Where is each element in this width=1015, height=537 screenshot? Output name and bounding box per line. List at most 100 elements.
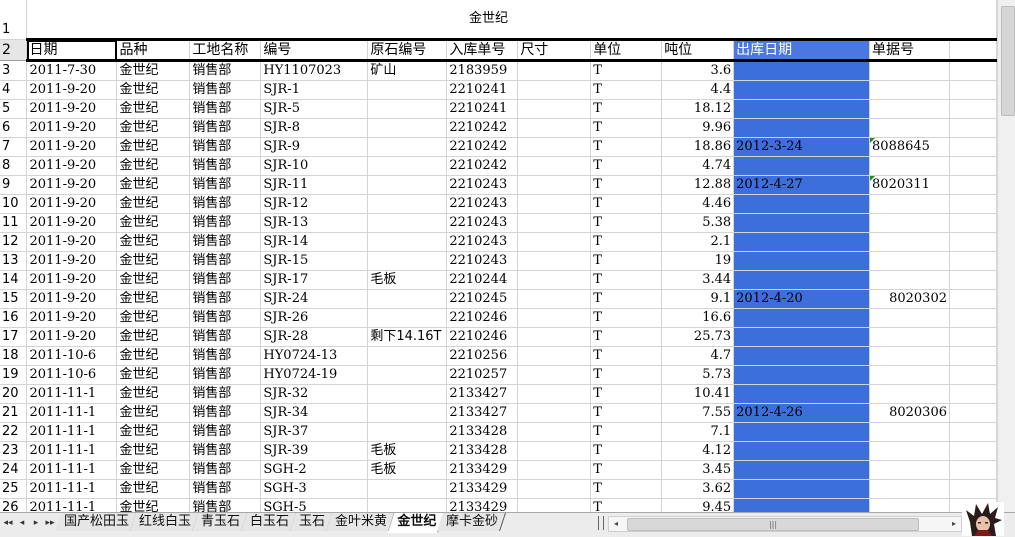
row-header[interactable]: 13 [0,251,28,271]
grid-cell[interactable] [733,441,871,461]
grid-cell[interactable]: 销售部 [189,118,262,138]
empty-cell[interactable] [949,422,997,442]
grid-cell[interactable] [869,384,950,404]
grid-cell[interactable]: 销售部 [189,460,262,480]
scroll-right-arrow-icon[interactable]: ▸ [947,517,961,531]
grid-cell[interactable] [733,365,871,385]
grid-cell[interactable]: 金世纪 [116,308,191,328]
grid-cell[interactable]: 2011-9-20 [26,213,118,233]
grid-cell[interactable] [517,270,592,290]
column-header[interactable]: 吨位 [661,38,735,62]
row-header[interactable]: 9 [0,175,28,195]
grid-cell[interactable] [517,80,592,100]
grid-cell[interactable]: 2210242 [446,118,519,138]
empty-cell[interactable] [949,384,997,404]
grid-cell[interactable] [367,365,448,385]
grid-cell[interactable] [869,99,950,119]
grid-cell[interactable]: 销售部 [189,156,262,176]
grid-cell[interactable]: 销售部 [189,384,262,404]
grid-cell[interactable]: 2011-10-6 [26,365,118,385]
grid-cell[interactable]: 2012-4-20 [733,289,871,309]
grid-cell[interactable]: 2210241 [446,99,519,119]
grid-cell[interactable] [517,289,592,309]
grid-cell[interactable]: 毛板 [367,441,448,461]
grid-cell[interactable]: 金世纪 [116,213,191,233]
grid-cell[interactable]: 销售部 [189,213,262,233]
grid-cell[interactable]: 2011-11-1 [26,441,118,461]
grid-cell[interactable]: 2011-9-20 [26,80,118,100]
grid-cell[interactable]: 16.6 [661,308,735,328]
grid-cell[interactable] [733,118,871,138]
grid-cell[interactable] [869,498,950,512]
grid-cell[interactable]: 销售部 [189,137,262,157]
grid-cell[interactable]: 销售部 [189,479,262,499]
grid-cell[interactable] [869,118,950,138]
grid-cell[interactable] [517,460,592,480]
grid-cell[interactable] [517,498,592,512]
grid-cell[interactable] [869,327,950,347]
row-header[interactable]: 25 [0,479,28,499]
grid-cell[interactable]: 销售部 [189,99,262,119]
grid-cell[interactable]: 金世纪 [116,460,191,480]
grid-cell[interactable]: 5.38 [661,213,735,233]
grid-cell[interactable]: T [590,441,663,461]
grid-cell[interactable]: 金世纪 [116,137,191,157]
empty-cell[interactable] [949,38,997,62]
grid-cell[interactable]: 金世纪 [116,175,191,195]
grid-cell[interactable] [367,118,448,138]
grid-cell[interactable]: 4.12 [661,441,735,461]
empty-cell[interactable] [949,99,997,119]
grid-cell[interactable]: T [590,270,663,290]
empty-cell[interactable] [949,0,997,40]
row-header[interactable]: 23 [0,441,28,461]
empty-cell[interactable] [949,232,997,252]
row-header[interactable]: 21 [0,403,28,423]
grid-cell[interactable]: T [590,194,663,214]
grid-cell[interactable] [869,251,950,271]
grid-cell[interactable] [869,270,950,290]
sheet-tab[interactable]: 白玉石 [241,513,297,531]
grid-cell[interactable] [733,498,871,512]
grid-cell[interactable]: 2011-11-1 [26,403,118,423]
spreadsheet-grid[interactable]: 1 金世纪 2 日期 品种 工地名称 编号 原石编号 入库单号 尺寸 单位 吨位 出库日期 单据号 3 201… [0,0,997,512]
grid-cell[interactable]: 2012-4-27 [733,175,871,195]
grid-cell[interactable]: 金世纪 [116,60,191,81]
grid-cell[interactable]: 2011-9-20 [26,270,118,290]
empty-cell[interactable] [949,60,997,81]
grid-cell[interactable]: SGH-3 [260,479,369,499]
grid-cell[interactable]: SJR-8 [260,118,369,138]
grid-cell[interactable]: 5.73 [661,365,735,385]
grid-cell[interactable] [517,422,592,442]
grid-cell[interactable] [733,327,871,347]
grid-cell[interactable] [869,60,950,81]
row-header[interactable]: 8 [0,156,28,176]
grid-cell[interactable]: 2011-9-20 [26,251,118,271]
row-header[interactable]: 12 [0,232,28,252]
grid-cell[interactable] [517,99,592,119]
grid-cell[interactable]: 4.7 [661,346,735,366]
grid-cell[interactable]: 2133428 [446,441,519,461]
grid-cell[interactable] [733,308,871,328]
grid-cell[interactable] [517,327,592,347]
grid-cell[interactable] [367,156,448,176]
grid-cell[interactable]: 2210243 [446,251,519,271]
grid-cell[interactable]: 2011-11-1 [26,460,118,480]
grid-cell[interactable] [733,60,871,81]
empty-cell[interactable] [949,346,997,366]
grid-cell[interactable]: SJR-1 [260,80,369,100]
grid-cell[interactable]: 2012-3-24 [733,137,871,157]
grid-cell[interactable] [733,80,871,100]
grid-cell[interactable]: T [590,80,663,100]
grid-cell[interactable]: HY0724-19 [260,365,369,385]
grid-cell[interactable]: SJR-11 [260,175,369,195]
grid-cell[interactable]: 2011-9-20 [26,118,118,138]
next-sheet-arrow-icon[interactable]: ▸ [30,515,42,531]
grid-cell[interactable]: 8020302 [869,289,950,309]
grid-cell[interactable]: T [590,118,663,138]
grid-cell[interactable] [733,346,871,366]
grid-cell[interactable]: 3.6 [661,60,735,81]
grid-cell[interactable]: 9.1 [661,289,735,309]
column-header[interactable]: 单据号 [869,38,950,62]
grid-cell[interactable]: 金世纪 [116,99,191,119]
row-header[interactable]: 20 [0,384,28,404]
